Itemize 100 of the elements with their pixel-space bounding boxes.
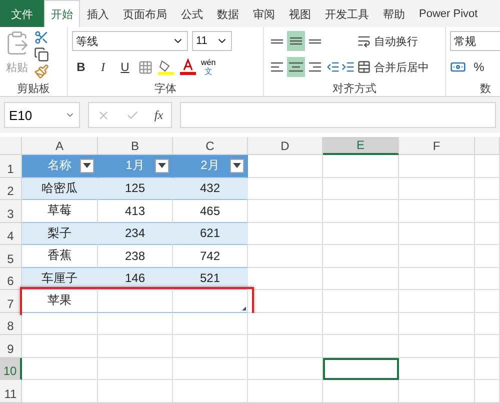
row-header[interactable]: 10	[0, 358, 22, 380]
ribbon-tab[interactable]: 开发工具	[318, 0, 376, 27]
ribbon-tab[interactable]: 开始	[44, 0, 80, 27]
table-cell	[475, 290, 500, 312]
ribbon-tab[interactable]: 帮助	[376, 0, 412, 27]
ribbon-tab[interactable]: 插入	[80, 0, 116, 27]
cell-value: 413	[124, 204, 146, 218]
column-heading: 1月	[126, 157, 144, 174]
ribbon-tab[interactable]: 视图	[282, 0, 318, 27]
merge-center-button[interactable]: 合并后居中	[374, 57, 429, 77]
column-header[interactable]: A	[22, 137, 98, 155]
align-icon	[309, 38, 321, 44]
filter-dropdown-button[interactable]	[155, 158, 169, 173]
table-cell	[475, 245, 500, 268]
row-header[interactable]: 7	[0, 290, 22, 312]
underline-button[interactable]: U	[116, 57, 134, 77]
column-header[interactable]: D	[248, 137, 323, 155]
table-cell	[475, 178, 500, 200]
align-icon	[309, 62, 321, 72]
wrap-text-icon[interactable]	[357, 34, 371, 48]
cell-value: 742	[200, 248, 220, 263]
ribbon-tab[interactable]: Power Pivot	[412, 0, 485, 27]
column-header[interactable]: F	[399, 137, 475, 155]
cell-value: 草莓	[48, 202, 72, 220]
table-cell	[475, 268, 500, 290]
filter-dropdown-button[interactable]	[80, 158, 94, 173]
cell-value: 125	[124, 181, 146, 196]
table-cell	[475, 358, 500, 380]
align-icon	[290, 37, 302, 45]
row-header[interactable]: 3	[0, 200, 22, 222]
filter-dropdown-button[interactable]	[230, 158, 244, 173]
italic-button[interactable]: I	[94, 57, 112, 77]
cell-value: 香蕉	[48, 247, 72, 264]
align-button[interactable]	[287, 57, 305, 77]
borders-icon[interactable]	[138, 60, 153, 74]
column-header[interactable]: C	[173, 137, 248, 155]
cell-value: 238	[124, 248, 146, 263]
cut-icon[interactable]	[34, 30, 49, 45]
formula-input[interactable]	[180, 102, 496, 128]
table-resize-handle[interactable]	[242, 306, 246, 310]
cell-value: 521	[200, 271, 220, 286]
table-cell	[475, 380, 500, 402]
row-header[interactable]: 1	[0, 155, 22, 178]
ribbon-tab[interactable]: 审阅	[246, 0, 282, 27]
cell-value: 432	[200, 181, 220, 196]
wrap-text-button[interactable]: 自动换行	[374, 31, 418, 51]
group-label: 对齐方式	[332, 82, 378, 96]
phonetic-button[interactable]: 文	[204, 67, 212, 76]
table-cell	[475, 312, 500, 335]
insert-function-button[interactable]: fx	[154, 108, 164, 122]
column-header[interactable]: B	[98, 137, 173, 155]
number-format-field[interactable]: 常规	[450, 31, 500, 51]
caret-icon	[158, 163, 166, 168]
merge-cells-icon[interactable]	[357, 60, 371, 74]
percent-button[interactable]: %	[470, 57, 488, 77]
ribbon-tab[interactable]: 公式	[174, 0, 210, 27]
ribbon-tab[interactable]: 数据	[210, 0, 246, 27]
indent-decrease-icon[interactable]	[326, 60, 340, 74]
align-button[interactable]	[287, 31, 305, 51]
row-header[interactable]: 6	[0, 268, 22, 290]
cell-value: 146	[124, 271, 146, 286]
column-heading: 名称	[48, 157, 72, 174]
caret-icon	[233, 163, 241, 168]
cell-value: 哈密瓜	[42, 180, 78, 197]
ribbon-tab[interactable]: 页面布局	[116, 0, 174, 27]
indent-increase-icon[interactable]	[341, 60, 355, 74]
group-label: 剪贴板	[16, 82, 51, 96]
font-size-field[interactable]: 11	[192, 31, 232, 51]
bold-button[interactable]: B	[72, 57, 90, 77]
caret-icon	[83, 163, 91, 168]
column-header[interactable]: E	[323, 137, 399, 155]
font-name-field[interactable]: 等线	[72, 31, 188, 51]
row-header[interactable]: 2	[0, 178, 22, 200]
table-cell	[475, 335, 500, 358]
file-tab[interactable]: 文件	[0, 0, 44, 27]
row-header[interactable]: 9	[0, 335, 22, 358]
align-icon	[289, 62, 303, 72]
cell-value: 465	[200, 204, 220, 218]
table-cell	[475, 155, 500, 178]
row-header[interactable]: 5	[0, 245, 22, 268]
fill-color-icon[interactable]	[157, 58, 175, 76]
group-label: 数	[479, 82, 492, 96]
column-heading: 2月	[200, 157, 220, 174]
table-cell	[475, 222, 500, 245]
row-header[interactable]: 8	[0, 312, 22, 335]
font-color-icon[interactable]	[179, 58, 197, 76]
cell-value: 621	[200, 226, 220, 240]
phonetic-button[interactable]: wén	[201, 58, 216, 67]
align-icon	[271, 62, 283, 72]
align-icon	[271, 38, 283, 44]
row-header[interactable]: 11	[0, 380, 22, 402]
cell-value: 234	[124, 226, 146, 240]
cell-value: 车厘子	[42, 270, 78, 287]
copy-icon[interactable]	[34, 47, 49, 62]
group-label: 字体	[154, 82, 178, 96]
row-header[interactable]: 4	[0, 222, 22, 245]
cell-value: 苹果	[48, 292, 72, 310]
cell-value: 梨子	[48, 224, 72, 242]
name-box[interactable]: E10	[4, 102, 80, 128]
table-cell	[475, 200, 500, 222]
